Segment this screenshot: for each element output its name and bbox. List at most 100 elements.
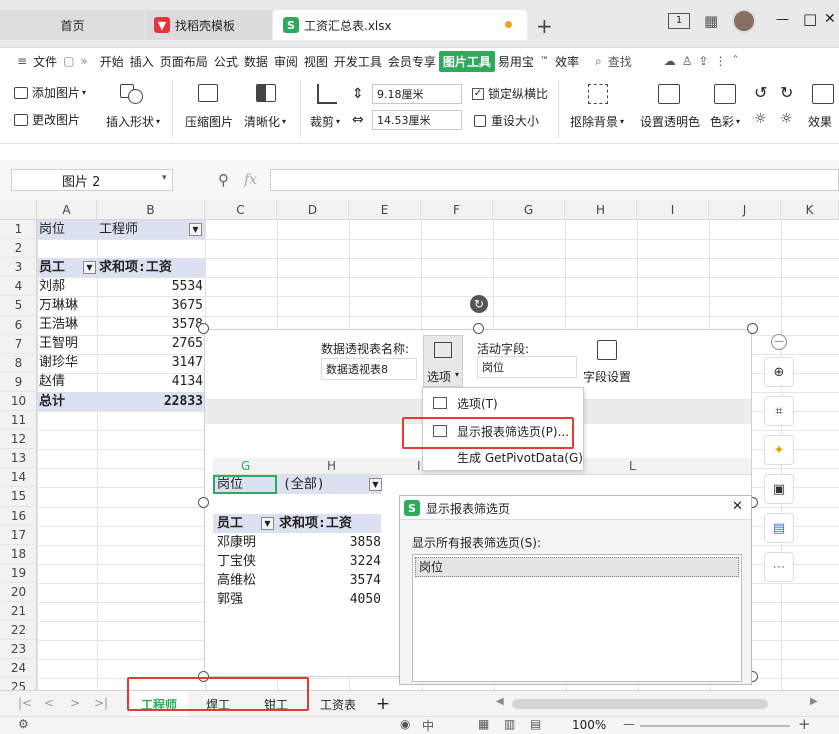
- page-layout-icon[interactable]: ▥: [504, 717, 515, 731]
- resize-handle[interactable]: [473, 323, 484, 334]
- table-row-name[interactable]: 谢珍华: [39, 353, 78, 372]
- last-sheet-icon[interactable]: >|: [94, 696, 108, 710]
- prev-sheet-icon[interactable]: <: [44, 696, 54, 710]
- maximize-button[interactable]: □: [803, 10, 817, 28]
- row-header[interactable]: 16: [0, 507, 37, 526]
- menu-item-2[interactable]: 插入: [127, 53, 157, 70]
- search-button[interactable]: 查找: [605, 53, 635, 70]
- zoom-out-button[interactable]: —: [623, 717, 635, 731]
- picture-to-text-icon[interactable]: ▣: [764, 474, 794, 504]
- resize-handle[interactable]: [198, 323, 209, 334]
- row-header[interactable]: 13: [0, 449, 37, 469]
- column-header[interactable]: A: [37, 200, 97, 220]
- row-header[interactable]: 22: [0, 621, 37, 641]
- rotate-handle-icon[interactable]: ↻: [470, 295, 488, 313]
- smart-picture-icon[interactable]: ▤: [764, 513, 794, 543]
- width-input[interactable]: 14.53厘米: [372, 110, 462, 130]
- resize-handle[interactable]: [747, 323, 758, 334]
- total-label[interactable]: 总计: [39, 392, 65, 411]
- menu-item-1[interactable]: 开始: [97, 53, 127, 70]
- reset-size-button[interactable]: 重设大小: [474, 112, 539, 129]
- macro-record-icon[interactable]: ⚙: [18, 717, 29, 731]
- column-header[interactable]: F: [421, 200, 493, 220]
- row-header[interactable]: 2: [0, 239, 37, 259]
- menu-item-5[interactable]: 数据: [241, 53, 271, 70]
- sharpen-button[interactable]: 清晰化 ▾: [244, 113, 286, 130]
- menu-item-6[interactable]: 审阅: [271, 53, 301, 70]
- user-icon[interactable]: ♙: [679, 54, 696, 68]
- table-row-value[interactable]: 5534: [97, 277, 203, 296]
- formula-input[interactable]: [270, 169, 839, 191]
- brightness-icon[interactable]: ☼: [754, 111, 767, 127]
- fx-icon[interactable]: fx: [244, 172, 257, 188]
- menu-item-10[interactable]: 易用宝: [495, 53, 537, 70]
- table-row-name[interactable]: 赵倩: [39, 372, 65, 391]
- row-header[interactable]: 3: [0, 258, 37, 278]
- idea-icon[interactable]: ✦: [764, 435, 794, 465]
- scroll-left-icon[interactable]: ◀: [496, 696, 504, 707]
- remove-background-button[interactable]: 抠除背景 ▾: [570, 113, 624, 130]
- input-method-icon[interactable]: 中: [422, 717, 434, 734]
- more-tools-icon[interactable]: ⋯: [764, 552, 794, 582]
- zoom-icon[interactable]: ⊕: [764, 357, 794, 387]
- row-header[interactable]: 15: [0, 487, 37, 507]
- row-header[interactable]: 12: [0, 430, 37, 450]
- table-row-name[interactable]: 王智明: [39, 334, 78, 353]
- eye-protect-icon[interactable]: ◉: [400, 717, 410, 731]
- zoom-search-icon[interactable]: ⚲: [218, 171, 229, 189]
- table-row-value[interactable]: 4134: [97, 372, 203, 391]
- first-sheet-icon[interactable]: |<: [18, 696, 32, 710]
- window-count-icon[interactable]: 1: [668, 13, 690, 29]
- row-header[interactable]: 17: [0, 526, 37, 545]
- menu-item-12[interactable]: 效率: [552, 53, 582, 70]
- column-header[interactable]: D: [277, 200, 349, 220]
- dialog-close-button[interactable]: ✕: [732, 499, 743, 514]
- save-icon[interactable]: ▢: [60, 54, 77, 68]
- lock-ratio-checkbox[interactable]: ✓ 锁定纵横比: [472, 85, 548, 102]
- tab-template[interactable]: ▼ 找稻壳模板: [146, 10, 272, 40]
- name-box[interactable]: 图片 2 ▾: [11, 169, 173, 191]
- select-all-corner[interactable]: [0, 200, 37, 220]
- crop-tool-icon[interactable]: ⌗: [764, 396, 794, 426]
- menu-picture-tools[interactable]: 图片工具: [438, 50, 495, 72]
- list-item[interactable]: 岗位: [415, 557, 739, 577]
- column-header[interactable]: E: [349, 200, 421, 220]
- insert-shape-button[interactable]: 插入形状 ▾: [106, 113, 160, 130]
- column-header[interactable]: C: [205, 200, 277, 220]
- change-picture-button[interactable]: 更改图片: [14, 111, 80, 128]
- filter-field-list[interactable]: 岗位: [412, 554, 742, 682]
- menu-file[interactable]: 文件: [30, 53, 60, 70]
- more-chevron-icon[interactable]: »: [77, 54, 90, 68]
- cloud-icon[interactable]: ☁: [661, 54, 679, 68]
- horizontal-scrollbar[interactable]: [512, 699, 768, 709]
- normal-view-icon[interactable]: ▦: [478, 717, 489, 731]
- avatar[interactable]: [732, 9, 756, 33]
- table-row-value[interactable]: 3578: [97, 315, 203, 334]
- menu-item-3[interactable]: 页面布局: [157, 53, 211, 70]
- color-button[interactable]: 色彩 ▾: [710, 113, 740, 130]
- zoom-in-button[interactable]: +: [798, 715, 811, 733]
- filter-value[interactable]: 工程师: [99, 220, 138, 239]
- row-header[interactable]: 23: [0, 640, 37, 660]
- resize-handle[interactable]: [198, 497, 209, 508]
- tab-file[interactable]: S 工资汇总表.xlsx: [273, 10, 527, 40]
- menu-item-8[interactable]: 开发工具: [331, 53, 385, 70]
- tab-home[interactable]: 首页: [0, 10, 145, 40]
- menu-item-9[interactable]: 会员专享: [385, 53, 439, 70]
- menu-item-4[interactable]: 公式: [211, 53, 241, 70]
- column-header[interactable]: K: [781, 200, 839, 220]
- row-label-header[interactable]: 员工: [39, 258, 65, 277]
- rotate-left-icon[interactable]: ↺: [754, 83, 767, 102]
- add-picture-button[interactable]: 添加图片 ▾: [14, 84, 86, 101]
- row-header[interactable]: 24: [0, 659, 37, 679]
- row-header[interactable]: 21: [0, 602, 37, 622]
- pivot-name-input[interactable]: 数据透视表8: [321, 358, 417, 380]
- row-filter-dropdown-icon[interactable]: ▼: [83, 261, 96, 274]
- row-header[interactable]: 20: [0, 583, 37, 603]
- column-header[interactable]: J: [709, 200, 781, 220]
- table-row-name[interactable]: 王浩琳: [39, 315, 78, 334]
- zoom-slider[interactable]: [640, 725, 790, 727]
- compress-button[interactable]: 压缩图片: [185, 113, 233, 130]
- grid-apps-icon[interactable]: ▦: [704, 12, 718, 30]
- row-header[interactable]: 14: [0, 468, 37, 488]
